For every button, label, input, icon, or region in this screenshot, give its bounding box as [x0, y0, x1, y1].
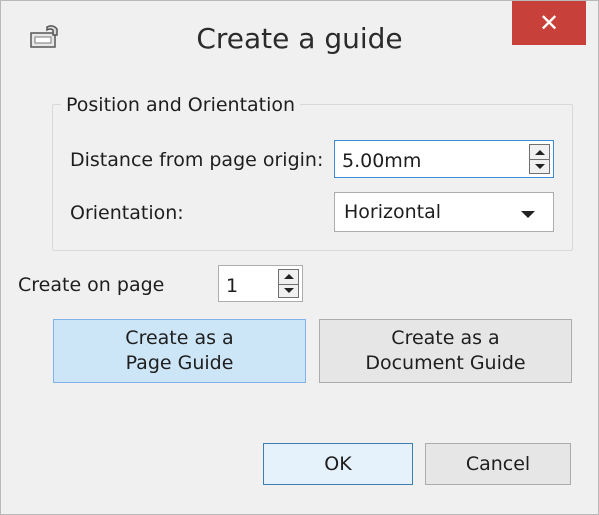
page-number-input[interactable]: 1: [218, 265, 303, 302]
cancel-button[interactable]: Cancel: [425, 443, 571, 485]
distance-value: 5.00mm: [342, 150, 422, 172]
distance-label: Distance from page origin:: [70, 149, 324, 171]
orientation-label: Orientation:: [70, 202, 184, 224]
create-on-page-label: Create on page: [18, 274, 165, 296]
page-spinner[interactable]: [278, 269, 299, 298]
dialog-title: Create a guide: [196, 22, 403, 55]
distance-spinner[interactable]: [529, 144, 550, 174]
orientation-select[interactable]: Horizontal: [334, 192, 554, 232]
create-guide-dialog: Create a guide ✕ Position and Orientatio…: [0, 0, 599, 515]
create-page-guide-button[interactable]: Create as a Page Guide: [53, 319, 306, 383]
title-bar: Create a guide ✕: [1, 1, 598, 83]
page-number-value: 1: [226, 275, 239, 297]
chevron-down-icon: [521, 211, 535, 218]
spin-down-icon[interactable]: [530, 159, 549, 173]
create-document-guide-button[interactable]: Create as a Document Guide: [319, 319, 572, 383]
spin-down-icon[interactable]: [279, 284, 298, 298]
close-button[interactable]: ✕: [512, 1, 586, 45]
distance-input[interactable]: 5.00mm: [334, 140, 554, 178]
orientation-value: Horizontal: [344, 201, 442, 223]
spin-up-icon[interactable]: [530, 145, 549, 160]
spin-up-icon[interactable]: [279, 270, 298, 285]
ok-button[interactable]: OK: [263, 443, 413, 485]
group-title: Position and Orientation: [61, 94, 301, 116]
close-icon: ✕: [538, 9, 560, 37]
